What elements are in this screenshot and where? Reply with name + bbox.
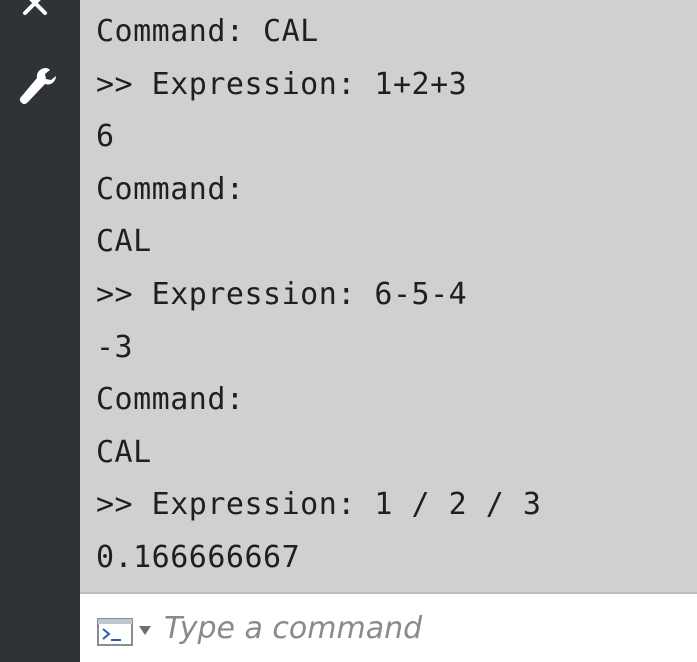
history-line: Command: [96, 171, 245, 207]
close-icon[interactable] [18, 0, 52, 20]
command-prompt-icon[interactable] [97, 618, 133, 646]
history-line: 0.166666667 [96, 539, 301, 575]
history-line: Command: CAL [96, 14, 319, 49]
chevron-down-icon[interactable] [139, 626, 151, 636]
command-window: Command: CAL >> Expression: 1+2+3 6 Comm… [0, 0, 697, 662]
history-line: CAL [96, 434, 152, 470]
history-line: -3 [96, 329, 134, 365]
history-line: Command: [96, 382, 245, 418]
history-line: >> Expression: 6-5-4 [96, 276, 468, 312]
history-line: 6 [96, 119, 115, 155]
command-input-bar [80, 592, 697, 662]
command-line-toolbar [0, 0, 80, 662]
history-list: Command: CAL >> Expression: 1+2+3 6 Comm… [96, 6, 541, 585]
command-input[interactable] [158, 604, 690, 652]
history-line: >> Expression: 1+2+3 [96, 66, 468, 102]
wrench-icon[interactable] [16, 64, 60, 108]
history-line: >> Expression: 1 / 2 / 3 [96, 487, 542, 523]
history-line: CAL [96, 224, 152, 260]
command-history: Command: CAL >> Expression: 1+2+3 6 Comm… [80, 0, 697, 592]
